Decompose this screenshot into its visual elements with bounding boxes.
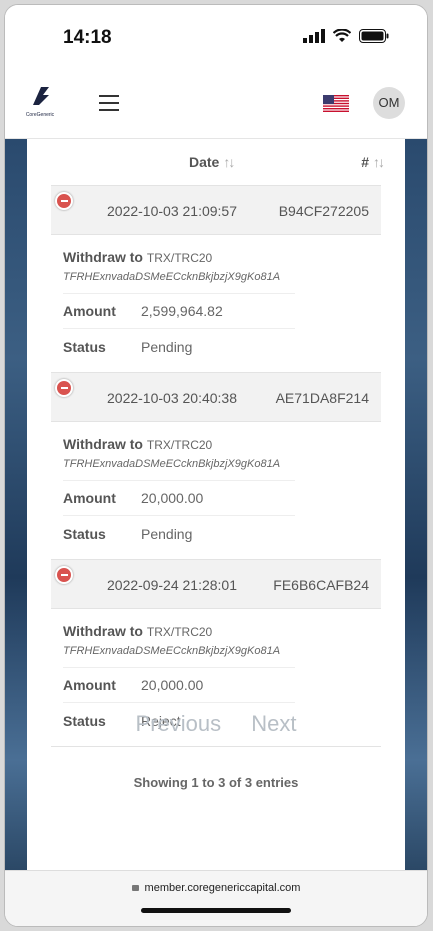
amount-value: 20,000.00	[141, 677, 204, 693]
collapse-row-icon[interactable]	[55, 192, 73, 210]
wallet-address: TFRHExnvadaDSMeECcknBkjbzjX9gKo81A	[63, 458, 295, 481]
wallet-address: TFRHExnvadaDSMeECcknBkjbzjX9gKo81A	[63, 271, 295, 294]
row-details: Withdraw to TRX/TRC20 TFRHExnvadaDSMeECc…	[51, 235, 381, 372]
row-id: B94CF272205	[278, 203, 369, 219]
us-flag-icon[interactable]	[323, 95, 349, 112]
top-navbar: CoreGeneric OM	[5, 67, 427, 139]
background-image-left	[5, 139, 27, 870]
collapse-row-icon[interactable]	[55, 379, 73, 397]
background-image-right	[405, 139, 427, 870]
url-text: member.coregenericcapital.com	[144, 882, 301, 894]
status-time: 14:18	[63, 27, 112, 48]
row-details: Withdraw to TRX/TRC20 TFRHExnvadaDSMeECc…	[51, 422, 381, 559]
table-row[interactable]: 2022-10-03 21:09:57 B94CF272205	[51, 185, 381, 235]
row-date: 2022-09-24 21:28:01	[107, 577, 237, 593]
withdrawals-table: Date ↑↓ # ↑↓ 2022-10-03 21:09:57 B94CF2722…	[27, 139, 405, 870]
pagination: Previous Next	[5, 711, 427, 737]
amount-value: 2,599,964.82	[141, 303, 223, 319]
amount-value: 20,000.00	[141, 490, 204, 506]
id-header-label: #	[361, 154, 369, 170]
amount-label: Amount	[63, 490, 116, 506]
status-row: Status Pending	[63, 516, 295, 551]
amount-label: Amount	[63, 303, 116, 319]
status-row: Status Pending	[63, 329, 295, 364]
date-header-label: Date	[189, 154, 220, 170]
collapse-row-icon[interactable]	[55, 566, 73, 584]
url-display[interactable]: member.coregenericcapital.com	[5, 882, 427, 894]
withdraw-label: Withdraw to	[63, 249, 143, 265]
cellular-signal-icon	[303, 29, 325, 43]
network-value: TRX/TRC20	[146, 251, 213, 265]
next-page-button[interactable]: Next	[251, 711, 296, 736]
row-id: FE6B6CAFB24	[273, 577, 369, 593]
date-column-header[interactable]: Date ↑↓	[189, 154, 235, 170]
sort-icon: ↑↓	[223, 154, 235, 170]
status-label: Status	[63, 525, 106, 542]
status-bar: 14:18	[5, 5, 427, 67]
battery-icon	[359, 29, 389, 43]
home-indicator[interactable]	[141, 908, 291, 913]
withdraw-line: Withdraw to TRX/TRC20	[63, 436, 369, 452]
menu-bar-icon	[99, 102, 119, 104]
hamburger-menu-button[interactable]	[99, 95, 119, 116]
sort-icon: ↑↓	[373, 154, 385, 170]
withdraw-label: Withdraw to	[63, 623, 143, 639]
table-row[interactable]: 2022-10-03 20:40:38 AE71DA8F214	[51, 372, 381, 422]
menu-bar-icon	[99, 95, 119, 97]
wifi-icon	[333, 29, 351, 42]
row-id: AE71DA8F214	[275, 390, 369, 406]
status-icons	[303, 29, 389, 43]
table-bottom-divider	[51, 746, 381, 747]
network-value: TRX/TRC20	[146, 438, 213, 452]
withdraw-line: Withdraw to TRX/TRC20	[63, 249, 369, 265]
amount-row: Amount 2,599,964.82	[63, 294, 295, 329]
network-value: TRX/TRC20	[146, 625, 213, 639]
id-column-header[interactable]: # ↑↓	[361, 154, 385, 170]
wallet-address: TFRHExnvadaDSMeECcknBkjbzjX9gKo81A	[63, 645, 295, 668]
logo-text: CoreGeneric	[25, 112, 55, 118]
previous-page-button[interactable]: Previous	[136, 711, 222, 736]
menu-bar-icon	[99, 109, 119, 111]
withdraw-line: Withdraw to TRX/TRC20	[63, 623, 369, 639]
browser-url-bar[interactable]: member.coregenericcapital.com	[5, 870, 427, 926]
status-value: Pending	[141, 525, 193, 542]
row-date: 2022-10-03 21:09:57	[107, 203, 237, 219]
row-date: 2022-10-03 20:40:38	[107, 390, 237, 406]
withdraw-label: Withdraw to	[63, 436, 143, 452]
table-info-text: Showing 1 to 3 of 3 entries	[133, 775, 299, 790]
brand-logo[interactable]: CoreGeneric	[23, 85, 57, 118]
lock-icon	[131, 885, 139, 891]
table-header: Date ↑↓ # ↑↓	[27, 139, 405, 185]
status-value: Pending	[141, 338, 193, 355]
table-row[interactable]: 2022-09-24 21:28:01 FE6B6CAFB24	[51, 559, 381, 609]
amount-label: Amount	[63, 677, 116, 693]
amount-row: Amount 20,000.00	[63, 668, 295, 703]
amount-row: Amount 20,000.00	[63, 481, 295, 516]
phone-screen: 14:18 CoreGeneric OM Date ↑↓ # ↑↓ 2022-1…	[4, 4, 428, 927]
user-avatar[interactable]: OM	[373, 87, 405, 119]
logo-icon	[33, 87, 49, 105]
status-label: Status	[63, 338, 106, 355]
